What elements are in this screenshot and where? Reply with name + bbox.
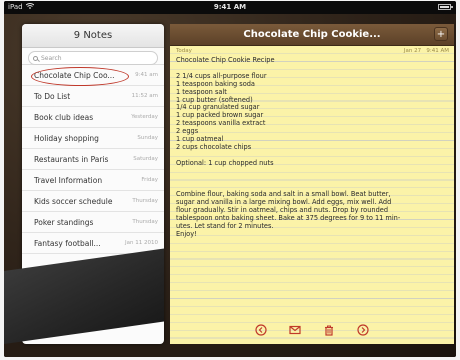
note-item-title: Kids soccer schedule [34,196,113,206]
note-line [176,176,452,184]
note-list-item[interactable]: Travel Information Friday [22,170,164,191]
note-toolbar [170,324,454,336]
note-line: 2 cups chocolate chips [176,142,252,151]
note-list: Chocolate Chip Coo... 9:41 am To Do List 11… [22,65,164,254]
ipad-screen: iPad 9:41 AM 9 Notes Search Chocolate Ch… [4,1,456,357]
previous-icon [255,324,267,336]
note-item-date: Sunday [137,135,158,141]
notes-count-title: 9 Notes [22,24,164,48]
selection-circle [31,67,129,86]
note-item-title: Fantasy football... [34,238,101,248]
note-item-date: 11:52 am [131,93,158,99]
note-item-date: Thursday [132,219,158,225]
note-line: 2 teaspoons vanilla extract [176,119,266,128]
previous-note-button[interactable] [255,324,267,336]
note-date: Jan 27 [403,48,422,54]
note-list-item[interactable]: Chocolate Chip Coo... 9:41 am [22,65,164,86]
note-item-title: To Do List [34,91,71,101]
note-line: utes. Let stand for 2 minutes. [176,221,274,230]
note-list-item[interactable]: Holiday shopping Sunday [22,128,164,149]
note-line [176,168,452,176]
note-item-title: Poker standings [34,217,94,227]
note-list-item[interactable]: Restaurants in Paris Saturday [22,149,164,170]
note-title-bar: Chocolate Chip Cookie... + [170,24,454,46]
note-list-item[interactable]: To Do List 11:52 am [22,86,164,107]
note-item-date: 9:41 am [135,72,158,78]
search-bar: Search [22,48,164,65]
note-panel: Chocolate Chip Cookie... + Today Jan 27 … [170,24,454,344]
delete-note-button[interactable] [323,324,335,336]
battery-icon [438,4,453,10]
note-line: Optional: 1 cup chopped nuts [176,158,274,167]
note-list-item[interactable]: Kids soccer schedule Thursday [22,191,164,212]
note-item-date: Friday [141,177,158,183]
status-bar: iPad 9:41 AM [4,1,456,14]
note-item-title: Travel Information [34,175,103,185]
trash-icon [325,325,333,336]
note-list-item[interactable]: Poker standings Thursday [22,212,164,233]
next-note-button[interactable] [357,324,369,336]
note-time: 9:41 AM [426,48,449,54]
note-item-date: Yesterday [131,114,158,120]
note-title: Chocolate Chip Cookie... [243,29,381,40]
note-body[interactable]: Chocolate Chip Cookie Recipe 2 1/4 cups a… [176,56,452,239]
next-icon [357,324,369,336]
note-line: Enjoy! [176,229,197,238]
screenshot-frame: iPad 9:41 AM 9 Notes Search Chocolate Ch… [0,0,460,360]
search-input[interactable]: Search [28,51,158,65]
note-datetime: Jan 27 9:41 AM [404,48,449,54]
add-note-button[interactable]: + [434,27,448,41]
note-line: Chocolate Chip Cookie Recipe [176,56,275,64]
note-list-item[interactable]: Book club ideas Yesterday [22,107,164,128]
note-meta: Today Jan 27 9:41 AM [176,48,449,54]
search-placeholder: Search [41,54,62,62]
search-icon [33,55,38,61]
note-paper[interactable]: Today Jan 27 9:41 AM Chocolate Chip Cook… [170,46,454,344]
note-item-title: Book club ideas [34,112,94,122]
note-day: Today [176,48,192,54]
note-item-date: Thursday [132,198,158,204]
note-item-date: Jan 11 2010 [125,240,158,246]
status-time: 9:41 AM [213,3,247,11]
mail-icon [289,325,301,335]
note-item-date: Saturday [133,156,158,162]
note-item-title: Holiday shopping [34,133,99,143]
note-item-title: Restaurants in Paris [34,154,109,164]
email-note-button[interactable] [289,324,301,336]
